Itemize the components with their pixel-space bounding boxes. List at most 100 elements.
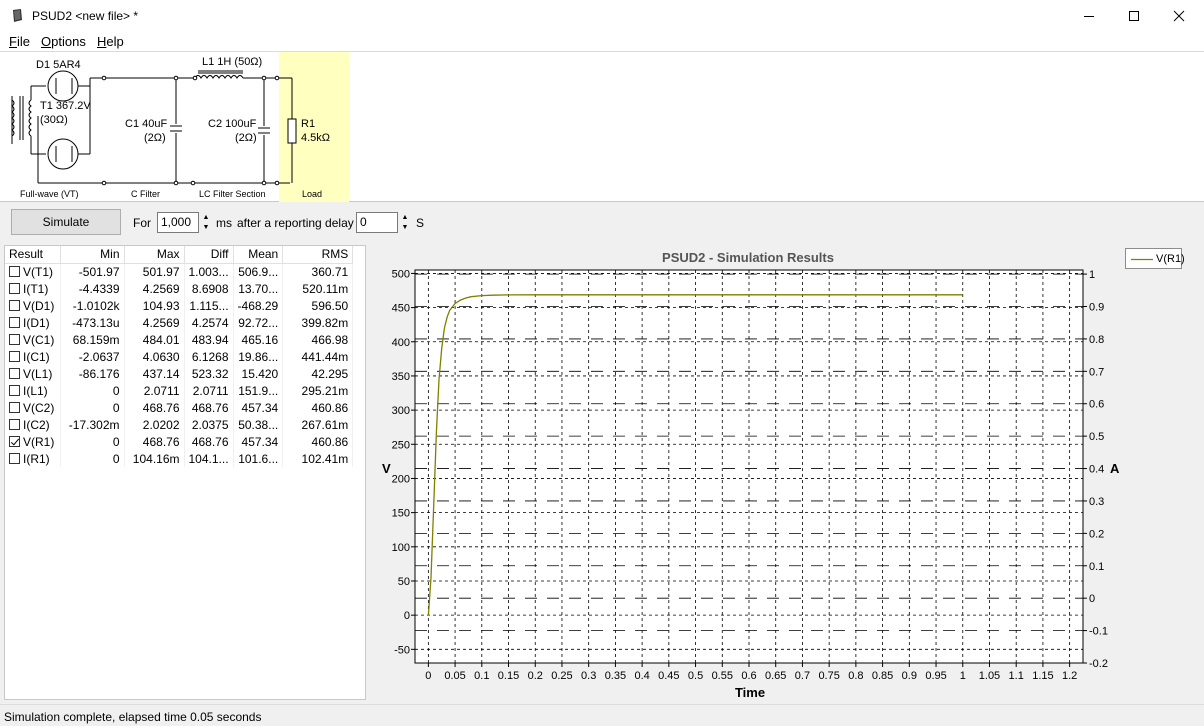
max-cell: 104.16m: [124, 450, 185, 467]
col-mean[interactable]: Mean: [233, 246, 284, 264]
section-lc-filter[interactable]: LC Filter Section: [199, 189, 266, 199]
maximize-icon: [1129, 11, 1139, 21]
col-result[interactable]: Result: [5, 246, 61, 264]
result-checkbox[interactable]: [9, 282, 20, 294]
spin-down-icon[interactable]: ▼: [398, 223, 412, 234]
simulate-button[interactable]: Simulate: [11, 209, 121, 235]
mean-cell: 465.16: [233, 331, 284, 348]
result-name-cell[interactable]: V(D1): [5, 297, 61, 314]
result-name-cell[interactable]: I(C2): [5, 416, 61, 433]
app-icon: [13, 9, 22, 22]
mean-cell: 151.9...: [233, 382, 284, 399]
table-row[interactable]: I(C2) -17.302m 2.0202 2.0375 50.38... 267.61m: [5, 416, 354, 433]
result-checkbox[interactable]: [9, 333, 20, 345]
max-cell: 2.0202: [124, 416, 185, 433]
result-name-cell[interactable]: I(R1): [5, 450, 61, 467]
c2-capacitor-symbol[interactable]: [258, 78, 270, 183]
diff-cell: 2.0711: [184, 382, 234, 399]
delay-label: after a reporting delay of: [237, 216, 368, 230]
table-row[interactable]: I(D1) -473.13u 4.2569 4.2574 92.72... 399.82m: [5, 314, 354, 331]
y2-tick-label: 0.7: [1089, 366, 1104, 378]
table-row[interactable]: I(L1) 0 2.0711 2.0711 151.9... 295.21m: [5, 382, 354, 399]
table-row[interactable]: I(R1) 0 104.16m 104.1... 101.6... 102.41m: [5, 450, 354, 467]
min-cell: -86.176: [60, 365, 125, 382]
section-load[interactable]: Load: [302, 189, 322, 199]
diff-cell: 1.003...: [184, 263, 234, 280]
y2-tick-label: 0.6: [1089, 399, 1104, 411]
table-row[interactable]: V(C1) 68.159m 484.01 483.94 465.16 466.98: [5, 331, 354, 348]
x-tick-label: 0.15: [498, 670, 519, 682]
result-name-cell[interactable]: I(C1): [5, 348, 61, 365]
rms-cell: 295.21m: [282, 382, 354, 399]
spin-down-icon[interactable]: ▼: [199, 223, 213, 234]
legend[interactable]: V(R1): [1125, 248, 1185, 269]
result-checkbox[interactable]: [9, 367, 20, 379]
result-checkbox[interactable]: [9, 265, 20, 277]
table-row[interactable]: V(C2) 0 468.76 468.76 457.34 460.86: [5, 399, 354, 416]
menu-bar: File Options Help: [0, 32, 1204, 52]
result-checkbox[interactable]: [9, 384, 20, 396]
status-bar: Simulation complete, elapsed time 0.05 s…: [0, 704, 1204, 726]
result-name-cell[interactable]: I(L1): [5, 382, 61, 399]
result-checkbox[interactable]: [9, 299, 20, 311]
c1-capacitor-symbol[interactable]: [170, 78, 182, 183]
col-diff[interactable]: Diff: [184, 246, 234, 264]
minimize-button[interactable]: [1066, 0, 1112, 32]
results-table[interactable]: Result Min Max Diff Mean RMS V(T1) -501.9…: [4, 245, 366, 700]
spin-up-icon[interactable]: ▲: [199, 212, 213, 223]
table-row[interactable]: V(D1) -1.0102k 104.93 1.115... -468.29 596.50: [5, 297, 354, 314]
x-axis-label: Time: [735, 685, 765, 700]
close-icon: [1173, 10, 1185, 22]
menu-file[interactable]: File: [9, 34, 30, 49]
table-row[interactable]: V(R1) 0 468.76 468.76 457.34 460.86: [5, 433, 354, 450]
table-row[interactable]: V(L1) -86.176 437.14 523.32 15.420 42.295: [5, 365, 354, 382]
result-name-cell[interactable]: V(C2): [5, 399, 61, 416]
mean-cell: 50.38...: [233, 416, 284, 433]
y2-tick-label: 0.1: [1089, 561, 1104, 573]
result-checkbox[interactable]: [9, 316, 20, 328]
result-checkbox[interactable]: [9, 350, 20, 362]
duration-spinner[interactable]: ▲ ▼: [199, 212, 213, 233]
y-tick-label: 250: [392, 439, 410, 451]
result-name-cell[interactable]: I(T1): [5, 280, 61, 297]
min-cell: 0: [60, 433, 125, 450]
legend-panel: V(R1): [1122, 245, 1204, 700]
menu-options[interactable]: Options: [41, 34, 86, 49]
section-fullwave[interactable]: Full-wave (VT): [20, 189, 79, 199]
table-row[interactable]: I(T1) -4.4339 4.2569 8.6908 13.70... 520.11m: [5, 280, 354, 297]
delay-input[interactable]: 0: [356, 212, 398, 233]
col-rms[interactable]: RMS: [282, 246, 354, 264]
result-checkbox[interactable]: [9, 401, 20, 413]
delay-spinner[interactable]: ▲ ▼: [398, 212, 412, 233]
y2-tick-label: -0.2: [1089, 658, 1108, 670]
x-tick-label: 1.15: [1032, 670, 1053, 682]
col-max[interactable]: Max: [124, 246, 185, 264]
max-cell: 468.76: [124, 399, 185, 416]
result-name-cell[interactable]: V(L1): [5, 365, 61, 382]
r1-resistor-symbol[interactable]: [287, 78, 297, 183]
table-row[interactable]: I(C1) -2.0637 4.0630 6.1268 19.86... 441.44m: [5, 348, 354, 365]
y2-tick-label: 0.5: [1089, 431, 1104, 443]
result-name-cell[interactable]: V(T1): [5, 263, 61, 280]
section-c-filter[interactable]: C Filter: [131, 189, 160, 199]
diff-cell: 4.2574: [184, 314, 234, 331]
result-checkbox[interactable]: [9, 435, 20, 447]
min-cell: -4.4339: [60, 280, 125, 297]
close-button[interactable]: [1156, 0, 1202, 32]
table-row[interactable]: V(T1) -501.97 501.97 1.003... 506.9... 360.71: [5, 263, 354, 280]
result-name-cell[interactable]: V(C1): [5, 331, 61, 348]
result-checkbox[interactable]: [9, 452, 20, 464]
duration-input[interactable]: 1,000: [157, 212, 199, 233]
result-name-cell[interactable]: I(D1): [5, 314, 61, 331]
result-checkbox[interactable]: [9, 418, 20, 430]
result-name-cell[interactable]: V(R1): [5, 433, 61, 450]
min-cell: -2.0637: [60, 348, 125, 365]
y2-tick-label: 0.8: [1089, 334, 1104, 346]
maximize-button[interactable]: [1111, 0, 1157, 32]
spin-up-icon[interactable]: ▲: [398, 212, 412, 223]
min-cell: 0: [60, 382, 125, 399]
menu-help[interactable]: Help: [97, 34, 124, 49]
diff-cell: 483.94: [184, 331, 234, 348]
col-min[interactable]: Min: [60, 246, 125, 264]
min-cell: 0: [60, 399, 125, 416]
